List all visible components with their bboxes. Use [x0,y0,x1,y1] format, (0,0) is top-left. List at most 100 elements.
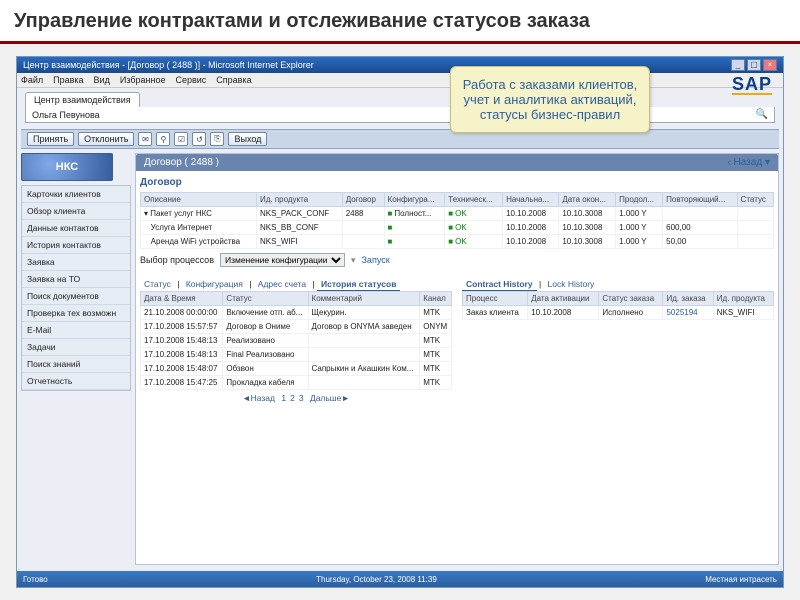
col-header: Статус [223,292,308,306]
col-header: Дата окон... [559,193,616,207]
tab-contract-history[interactable]: Contract History [462,278,537,291]
tool-icon-3[interactable]: ☑ [174,132,188,146]
ie-window: Центр взаимодействия - [Договор ( 2488 )… [16,56,784,588]
contract-table: ОписаниеИд. продуктаДоговорКонфигура...Т… [140,192,774,249]
pager-page[interactable]: 1 [281,393,286,403]
user-name: Ольга Певунова [32,110,100,120]
sap-logo: SAP [732,74,772,95]
table-row[interactable]: 17.10.2008 15:47:25Прокладка кабеляMTK [141,376,452,390]
history-tab[interactable]: Адрес счета [254,278,310,290]
table-row[interactable]: 17.10.2008 15:48:13Final РеализованоMTK [141,348,452,362]
sidebar-item[interactable]: Заявка на ТО [22,271,130,288]
menu-Вид[interactable]: Вид [94,75,110,85]
col-header: Канал [420,292,452,306]
menubar: Файл Правка Вид Избранное Сервис Справка [17,73,783,88]
col-header: Описание [141,193,257,207]
menu-Сервис[interactable]: Сервис [175,75,206,85]
tool-icon-4[interactable]: ↺ [192,132,206,146]
tool-icon-2[interactable]: ⚲ [156,132,170,146]
accept-button[interactable]: Принять [27,132,74,146]
table-row[interactable]: Заказ клиента10.10.2008Исполнено5025194N… [463,306,774,320]
back-button[interactable]: ‹ Назад ▾ [727,157,770,168]
col-header: Техническ... [445,193,503,207]
history-tabs: Статус | Конфигурация | Адрес счета | Ис… [140,279,452,289]
search-icon[interactable]: 🔍 [756,109,768,120]
exit-button[interactable]: Выход [228,132,267,146]
col-header: Дата активации [528,292,599,306]
sidebar-nav: Карточки клиентовОбзор клиентаДанные кон… [21,185,131,391]
table-row[interactable]: Услуга ИнтернетNKS_BB_CONFOK10.10.200810… [141,221,774,235]
col-header: Конфигура... [384,193,445,207]
table-row[interactable]: 21.10.2008 00:00:00Включение отп. аб...Щ… [141,306,452,320]
col-header: Процесс [463,292,528,306]
menu-Избранное[interactable]: Избранное [120,75,166,85]
nks-logo: НКС [21,153,113,181]
table-row[interactable]: 17.10.2008 15:48:13РеализованоMTK [141,334,452,348]
pager-next[interactable]: Дальше► [310,393,350,403]
history-tab[interactable]: История статусов [317,278,400,291]
tool-icon-1[interactable]: ✉ [138,132,152,146]
process-label: Выбор процессов [140,255,214,265]
history-tab[interactable]: Конфигурация [182,278,247,290]
table-row[interactable]: ▾ Пакет услуг НКСNKS_PACK_CONF2488Полнос… [141,207,774,221]
col-header: Договор [342,193,384,207]
col-header: Начальна... [503,193,559,207]
contract-history-table: ПроцессДата активацииСтатус заказаИд. за… [462,291,774,320]
sidebar-item[interactable]: E-Mail [22,322,130,339]
right-tabs: Contract History | Lock History [462,279,774,289]
status-ready: Готово [23,575,48,584]
col-header: Дата & Время [141,292,223,306]
tab-lock-history[interactable]: Lock History [544,278,599,290]
sidebar-item[interactable]: Данные контактов [22,220,130,237]
status-date: Thursday, October 23, 2008 11:39 [316,575,437,584]
sidebar-item[interactable]: Проверка тех возможн [22,305,130,322]
table-row[interactable]: 17.10.2008 15:48:07ОбзвонСапрыкин и Акаш… [141,362,452,376]
pager: ◄Назад 123 Дальше► [140,393,452,403]
table-row[interactable]: Аренда WiFi устройстваNKS_WIFIOK10.10.20… [141,235,774,249]
sidebar-item[interactable]: Поиск документов [22,288,130,305]
sidebar-item[interactable]: Карточки клиентов [22,186,130,203]
col-header: Повторяющий... [663,193,737,207]
col-header: Статус заказа [599,292,663,306]
contract-heading: Договор [140,177,774,188]
window-title: Центр взаимодействия - [Договор ( 2488 )… [23,60,314,70]
sidebar-item[interactable]: Отчетность [22,373,130,390]
history-tab[interactable]: Статус [140,278,175,290]
launch-link[interactable]: Запуск [362,255,390,265]
statusbar: Готово Thursday, October 23, 2008 11:39 … [17,571,783,587]
history-table: Дата & ВремяСтатусКомментарийКанал21.10.… [140,291,452,390]
col-header: Ид. продукта [256,193,342,207]
col-header: Статус [737,193,773,207]
close-button[interactable]: × [763,59,777,71]
page-title: Договор ( 2488 ) [144,157,219,168]
col-header: Ид. продукта [713,292,773,306]
menu-Файл[interactable]: Файл [21,75,43,85]
toolbar: Принять Отклонить ✉ ⚲ ☑ ↺ ⎘ Выход [21,129,779,149]
slide-title: Управление контрактами и отслеживание ст… [0,0,800,44]
user-row: Ольга Певунова 🔍 [25,107,775,123]
decline-button[interactable]: Отклонить [78,132,134,146]
sidebar-item[interactable]: Заявка [22,254,130,271]
sidebar-item[interactable]: Обзор клиента [22,203,130,220]
process-select[interactable]: Изменение конфигурации [220,253,345,267]
app-tab[interactable]: Центр взаимодействия [25,92,140,107]
col-header: Продол... [616,193,663,207]
sidebar-item[interactable]: Поиск знаний [22,356,130,373]
col-header: Ид. заказа [663,292,713,306]
pager-page[interactable]: 3 [299,393,304,403]
breadcrumb: Договор ( 2488 ) ‹ Назад ▾ [136,154,778,171]
sidebar-item[interactable]: Задачи [22,339,130,356]
col-header: Комментарий [308,292,420,306]
minimize-button[interactable]: _ [731,59,745,71]
tool-icon-5[interactable]: ⎘ [210,132,224,146]
titlebar: Центр взаимодействия - [Договор ( 2488 )… [17,57,783,73]
sidebar-item[interactable]: История контактов [22,237,130,254]
pager-page[interactable]: 2 [290,393,295,403]
menu-Справка[interactable]: Справка [216,75,251,85]
menu-Правка[interactable]: Правка [53,75,83,85]
maximize-button[interactable]: ▢ [747,59,761,71]
status-intranet: Местная интрасеть [705,575,777,584]
table-row[interactable]: 17.10.2008 15:57:57Договор в ОнимеДогово… [141,320,452,334]
pager-back[interactable]: ◄Назад [242,393,275,403]
callout-note: Работа с заказами клиентов, учет и анали… [450,66,650,133]
